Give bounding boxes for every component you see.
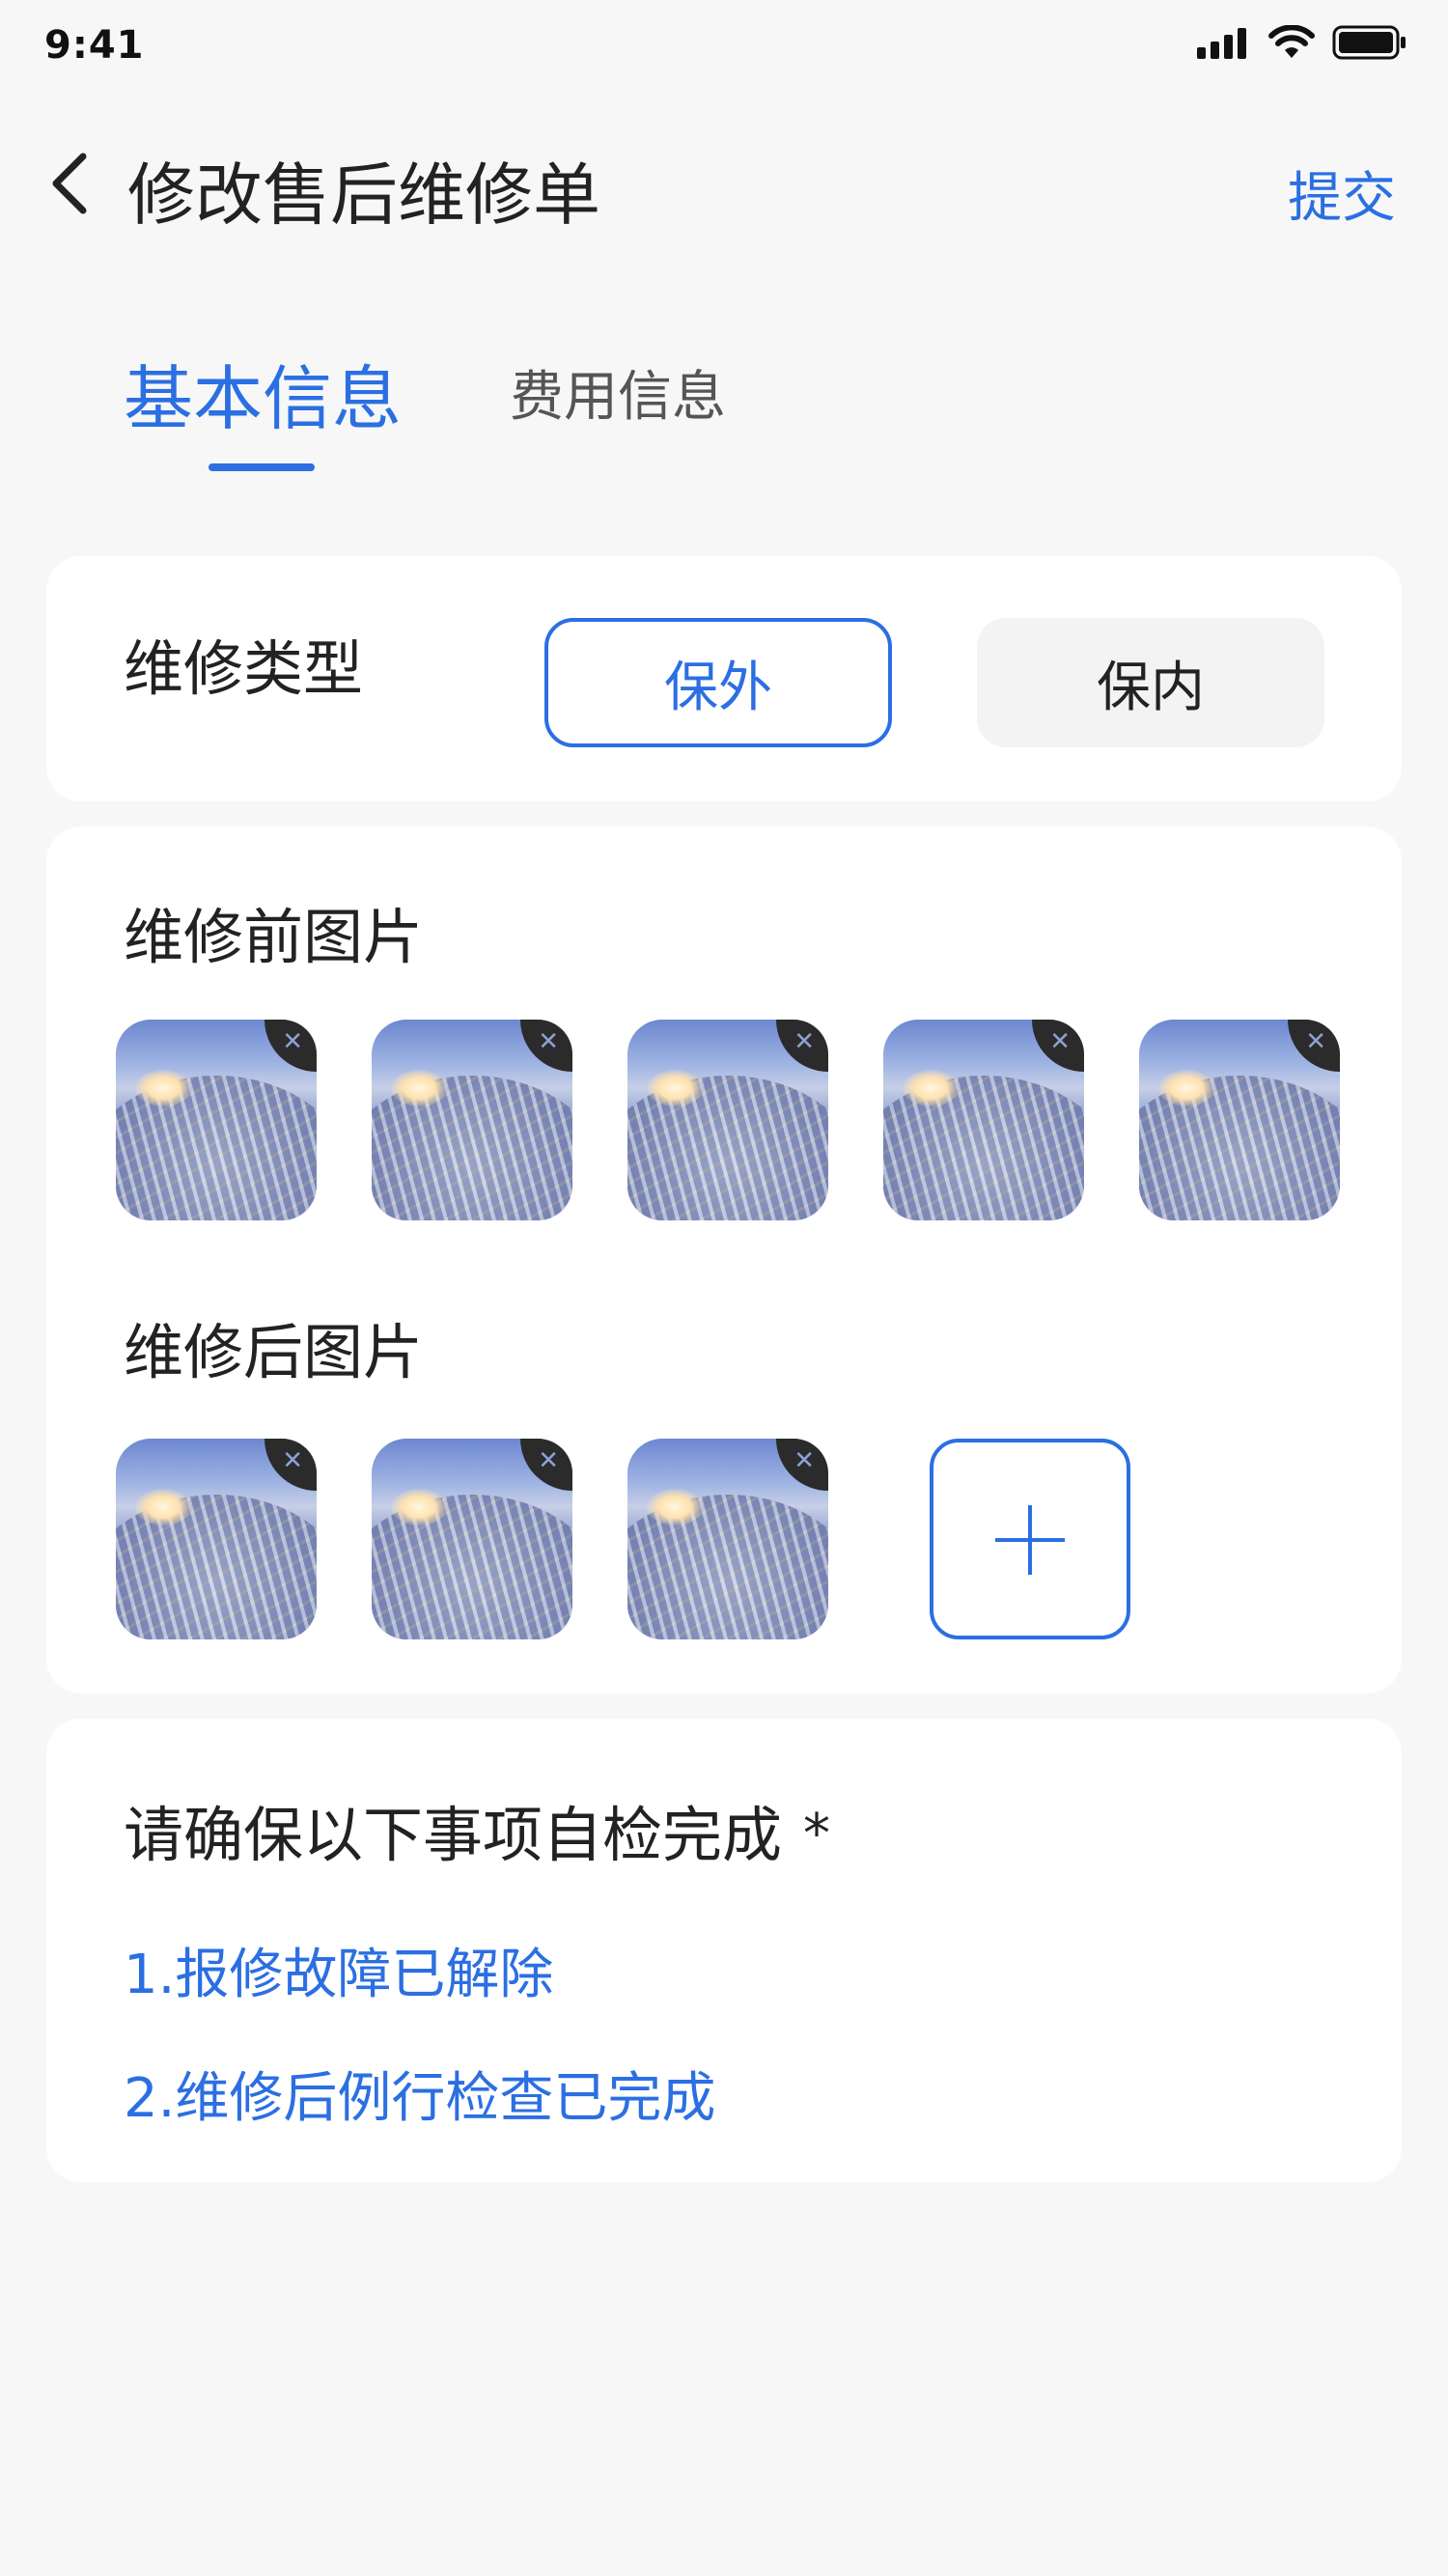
- after-photos-label: 维修后图片: [124, 1317, 424, 1387]
- close-icon: ✕: [282, 1027, 303, 1056]
- close-icon: ✕: [794, 1027, 815, 1056]
- self-check-item[interactable]: 2.维修后例行检查已完成: [124, 2055, 715, 2133]
- tab-basic-info[interactable]: 基本信息: [124, 342, 402, 443]
- before-photos-label: 维修前图片: [124, 902, 424, 972]
- close-icon: ✕: [1049, 1027, 1071, 1056]
- after-photo[interactable]: ✕: [372, 1439, 572, 1639]
- close-icon: ✕: [1305, 1027, 1326, 1056]
- battery-icon: [1332, 25, 1406, 60]
- self-check-title-text: 请确保以下事项自检完成: [124, 1800, 783, 1870]
- signal-icon: [1197, 28, 1246, 59]
- add-photo-button[interactable]: [930, 1439, 1130, 1639]
- after-photo[interactable]: ✕: [627, 1439, 828, 1639]
- after-photo[interactable]: ✕: [116, 1439, 317, 1639]
- tab-active-indicator: [209, 463, 315, 471]
- self-check-item[interactable]: 1.报修故障已解除: [124, 1931, 553, 2009]
- page-title: 修改售后维修单: [127, 155, 600, 235]
- repair-type-card: 维修类型 保外 保内: [46, 556, 1402, 801]
- repair-type-label: 维修类型: [124, 633, 364, 704]
- photos-card: 维修前图片 ✕ ✕ ✕ ✕ ✕ 维修后图片 ✕ ✕ ✕: [46, 826, 1402, 1694]
- before-photo[interactable]: ✕: [372, 1020, 572, 1220]
- back-button[interactable]: [42, 145, 97, 222]
- self-check-card: 请确保以下事项自检完成 * 1.报修故障已解除 2.维修后例行检查已完成: [46, 1719, 1402, 2182]
- header: 修改售后维修单 提交: [0, 116, 1448, 251]
- submit-button[interactable]: 提交: [1288, 154, 1396, 233]
- close-icon: ✕: [282, 1446, 303, 1475]
- tab-bar: 基本信息 费用信息: [0, 328, 1448, 483]
- status-icons: [1197, 25, 1407, 60]
- before-photo[interactable]: ✕: [1139, 1020, 1340, 1220]
- chevron-left-icon: [52, 153, 87, 214]
- before-photo[interactable]: ✕: [883, 1020, 1084, 1220]
- close-icon: ✕: [538, 1027, 559, 1056]
- option-out-of-warranty[interactable]: 保外: [544, 618, 892, 747]
- close-icon: ✕: [538, 1446, 559, 1475]
- required-mark: *: [803, 1803, 831, 1865]
- before-photo[interactable]: ✕: [627, 1020, 828, 1220]
- before-photo[interactable]: ✕: [116, 1020, 317, 1220]
- close-icon: ✕: [794, 1446, 815, 1475]
- status-time: 9:41: [44, 23, 145, 68]
- status-bar: 9:41: [0, 0, 1448, 93]
- tab-fee-info[interactable]: 费用信息: [510, 353, 726, 432]
- self-check-title: 请确保以下事项自检完成 *: [124, 1786, 830, 1873]
- option-in-warranty[interactable]: 保内: [977, 618, 1324, 747]
- wifi-icon: [1268, 25, 1315, 58]
